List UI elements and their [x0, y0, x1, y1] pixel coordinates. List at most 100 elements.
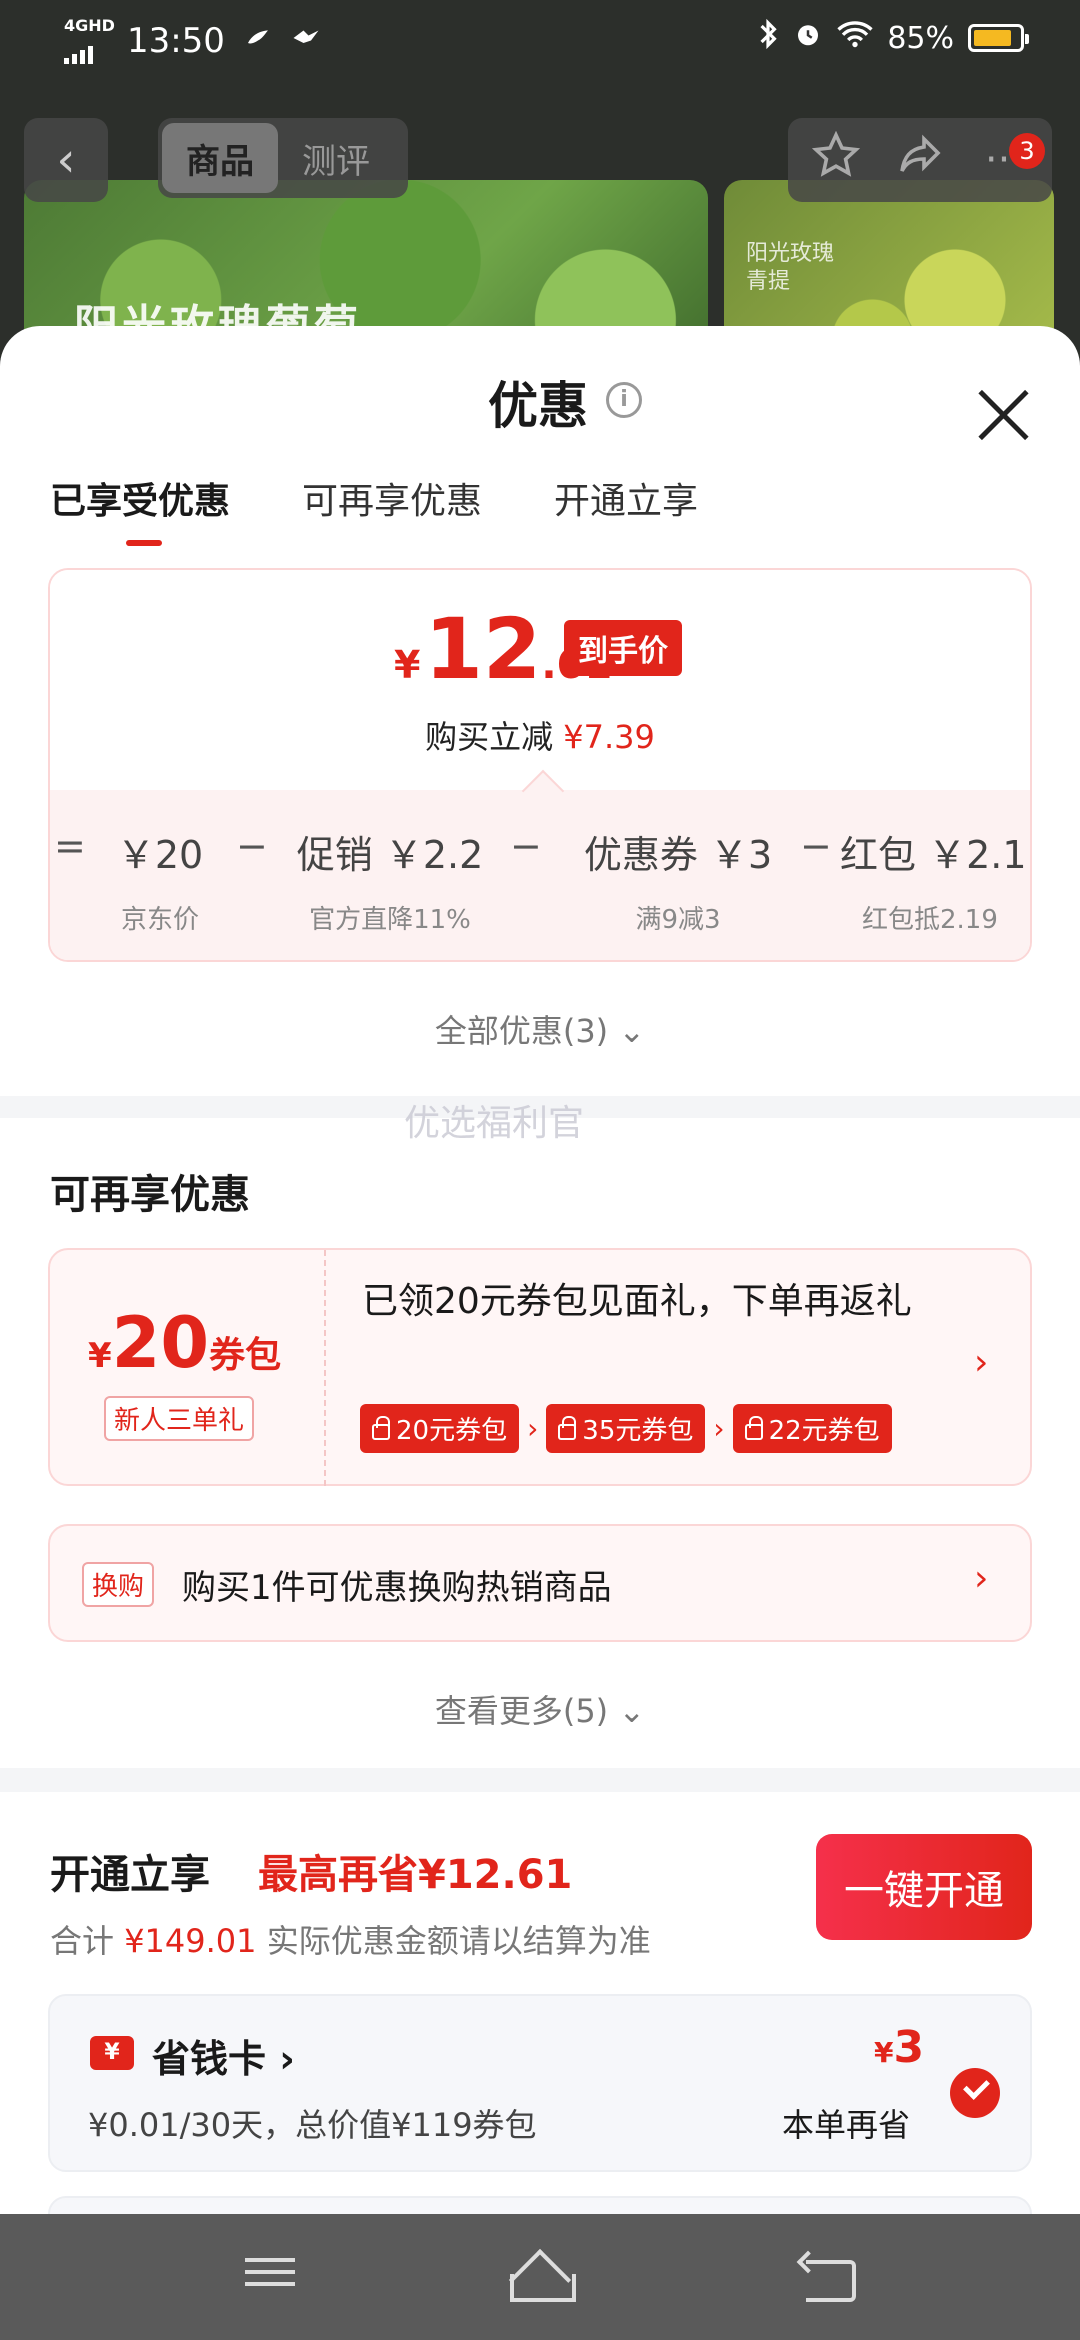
system-navigation-bar: [0, 2214, 1080, 2340]
sheet-title: 优惠: [488, 377, 588, 435]
home-icon[interactable]: [506, 2250, 576, 2306]
return-icon[interactable]: [796, 2250, 860, 2306]
term-value: 促销 ￥2.2: [296, 833, 484, 877]
discount-tabs: 已享受优惠 可再享优惠 开通立享: [50, 472, 698, 546]
total-amount: ¥149.01: [124, 1922, 257, 1960]
share-icon[interactable]: [885, 131, 955, 189]
notification-badge: 3: [1009, 133, 1045, 169]
lock-icon: [744, 1415, 763, 1440]
star-icon[interactable]: [801, 130, 871, 189]
money-card-desc: ¥0.01/30天，总价值¥119券包: [88, 2106, 537, 2144]
see-more-label: 查看更多(5): [434, 1692, 609, 1730]
coupon-chips: 20元券包 › 35元券包 › 22元券包: [360, 1404, 892, 1453]
coupon-description: 已领20元券包见面礼，下单再返礼: [362, 1281, 912, 1322]
minus-sign: −: [800, 824, 832, 868]
wifi-icon: [837, 20, 873, 56]
minus-sign: −: [510, 824, 542, 868]
saving-number: 3: [893, 2022, 925, 2073]
coupon-currency: ¥: [88, 1336, 112, 1376]
swap-tag: 换购: [82, 1562, 155, 1607]
app-notification-icon: [243, 23, 273, 60]
next-card-peek: [48, 2196, 1032, 2214]
term-value: ￥20: [116, 833, 204, 877]
all-offers-label: 全部优惠(3): [434, 1012, 609, 1050]
price-formula: = ￥20 京东价 − 促销 ￥2.2 官方直降11% − 优惠券 ￥3 满9减…: [50, 814, 1030, 936]
lock-icon: [372, 1415, 390, 1440]
lock-icon: [558, 1415, 577, 1440]
tab-goods[interactable]: 商品: [162, 123, 278, 193]
back-arrow-icon: ‹: [56, 132, 76, 188]
alarm-icon: [793, 19, 823, 57]
chevron-right-icon: ›: [974, 1342, 989, 1383]
formula-term-promotion: 促销 ￥2.2 官方直降11%: [280, 824, 500, 936]
network-indicator: 4GHD: [64, 18, 115, 64]
money-card-saving-label: 本单再省: [782, 2106, 911, 2144]
coupon-chip: 22元券包: [732, 1404, 892, 1453]
discount-sheet: 优惠 i 已享受优惠 可再享优惠 开通立享 ¥ 12 .61 到手价 购买立减 …: [0, 326, 1080, 2214]
chip-label: 20元券包: [396, 1416, 508, 1446]
tab-open-now[interactable]: 开通立享: [554, 472, 698, 546]
product-actions: ··· 3: [788, 118, 1052, 202]
minus-sign: −: [236, 824, 268, 868]
chevron-down-icon: ⌄: [618, 1692, 646, 1730]
open-total-line: 合计 ¥149.01 实际优惠金额请以结算为准: [50, 1916, 651, 1962]
floating-watermark-text: 优选福利官: [404, 1103, 585, 1144]
chevron-right-icon: ›: [713, 1412, 725, 1445]
tab-enjoyed[interactable]: 已享受优惠: [50, 472, 230, 546]
reduce-label: 购买立减: [425, 718, 554, 756]
term-sub: 满9减3: [635, 905, 721, 935]
reduce-line: 购买立减 ¥7.39: [50, 712, 1030, 758]
product-side-text: 阳光玫瑰 青提: [746, 241, 835, 294]
bird-icon: [291, 25, 321, 58]
tab-more-available[interactable]: 可再享优惠: [302, 472, 482, 546]
section-title-more: 可再享优惠: [50, 1172, 250, 1218]
product-nav-tabs: 商品 测评: [158, 118, 408, 198]
coupon-amount: ¥ 20 券包: [88, 1302, 281, 1384]
money-saving-card[interactable]: ¥ 省钱卡 › ¥0.01/30天，总价值¥119券包 ¥3 本单再省: [48, 1994, 1032, 2172]
info-icon[interactable]: i: [606, 382, 642, 418]
checked-icon[interactable]: [950, 2068, 1000, 2118]
all-offers-toggle[interactable]: 全部优惠(3) ⌄: [0, 1006, 1080, 1052]
term-value: 红包 ￥2.1: [840, 833, 1027, 877]
coupon-number: 20: [111, 1302, 210, 1384]
price-breakdown-card: ¥ 12 .61 到手价 购买立减 ¥7.39 = ￥20 京东价 − 促销 ￥…: [48, 568, 1032, 962]
term-value: 优惠券 ￥3: [583, 833, 773, 877]
final-price-tag: 到手价: [564, 620, 682, 676]
network-type: 4GHD: [64, 16, 115, 35]
formula-term-jd-price: ￥20 京东价: [90, 824, 230, 936]
see-more-toggle[interactable]: 查看更多(5) ⌄: [0, 1686, 1080, 1732]
signal-icon: [64, 40, 115, 64]
chevron-right-icon: ›: [527, 1412, 539, 1445]
term-sub: 红包抵2.19: [862, 905, 998, 935]
formula-term-coupon: 优惠券 ￥3 满9减3: [558, 824, 798, 936]
menu-icon[interactable]: [238, 2250, 302, 2306]
battery-icon: [968, 24, 1029, 52]
coupon-chip: 20元券包: [360, 1404, 520, 1453]
price-formula-area: = ￥20 京东价 − 促销 ￥2.2 官方直降11% − 优惠券 ￥3 满9减…: [50, 790, 1030, 960]
coupon-subtitle: 新人三单礼: [104, 1396, 255, 1441]
more-icon[interactable]: ··· 3: [969, 133, 1045, 183]
sheet-header: 优惠 i: [0, 366, 1080, 446]
clock: 13:50: [126, 21, 225, 61]
coupon-amount-area: ¥ 20 券包 新人三单礼: [50, 1250, 326, 1486]
chevron-down-icon: ⌄: [618, 1012, 646, 1050]
swap-purchase-card[interactable]: 换购 购买1件可优惠换购热销商品 ›: [48, 1524, 1032, 1642]
close-icon[interactable]: [976, 388, 1030, 442]
money-card-icon: ¥: [90, 2036, 134, 2070]
money-card-name[interactable]: 省钱卡 ›: [152, 2028, 295, 2083]
term-sub: 京东价: [120, 905, 199, 935]
battery-percent: 85%: [887, 20, 954, 56]
swap-text: 购买1件可优惠换购热销商品: [182, 1568, 612, 1608]
saving-currency: ¥: [874, 2036, 894, 2069]
chip-label: 35元券包: [582, 1416, 694, 1446]
section-divider: [0, 1768, 1080, 1792]
one-click-open-button[interactable]: 一键开通: [816, 1834, 1032, 1940]
formula-term-red-packet: 红包 ￥2.1 红包抵2.19: [840, 824, 1030, 936]
open-section-title: 开通立享: [50, 1852, 210, 1898]
coupon-pack-card[interactable]: ¥ 20 券包 新人三单礼 已领20元券包见面礼，下单再返礼 20元券包 › 3…: [48, 1248, 1032, 1486]
tab-review[interactable]: 测评: [278, 123, 394, 193]
back-button[interactable]: ‹: [24, 118, 108, 202]
price-integer: 12: [424, 600, 542, 698]
total-prefix: 合计: [50, 1922, 115, 1960]
open-max-saving: 最高再省¥12.61: [258, 1852, 573, 1898]
